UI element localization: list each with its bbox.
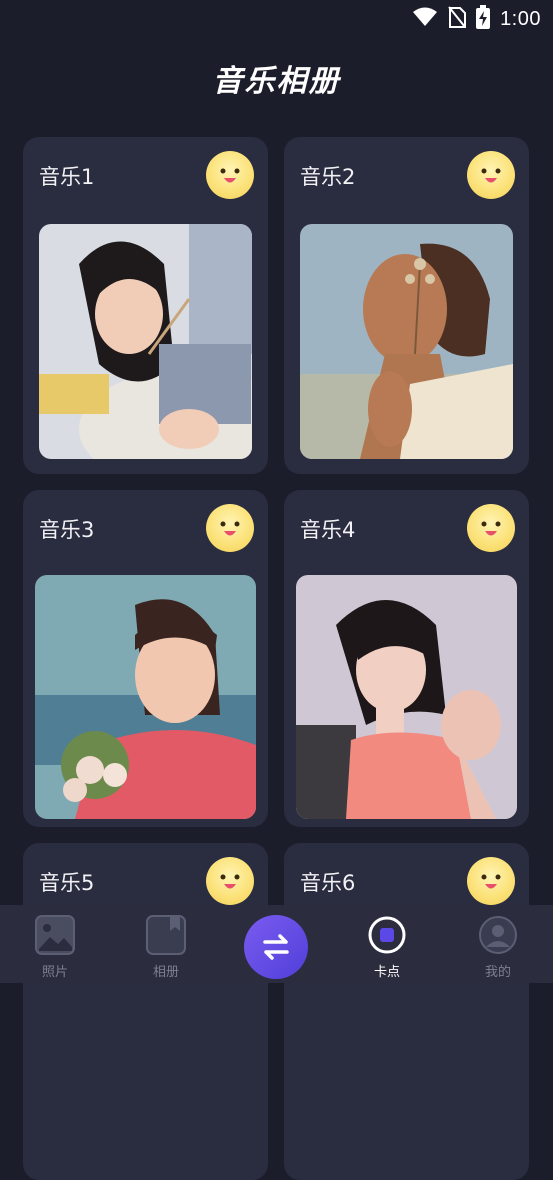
profile-icon (478, 915, 518, 955)
wifi-icon (412, 7, 438, 31)
nav-label-albums: 相册 (152, 965, 179, 980)
status-time: 1:00 (500, 7, 541, 30)
album-card-4[interactable]: 音乐4 (284, 490, 529, 827)
woman-with-dried-flowers-photo[interactable] (300, 224, 513, 459)
status-bar: 1:00 (0, 0, 553, 38)
album-card-label: 音乐6 (300, 871, 356, 895)
photo-icon (35, 915, 75, 955)
nav-label-profile: 我的 (484, 965, 511, 980)
woman-pink-top-photo[interactable] (296, 575, 517, 819)
album-card-2[interactable]: 音乐2 (284, 137, 529, 474)
album-card-5[interactable]: 音乐5 (23, 843, 268, 1180)
album-card-3[interactable]: 音乐3 (23, 490, 268, 827)
nav-item-profile[interactable]: 我的 (443, 905, 553, 983)
album-card-label: 音乐5 (39, 871, 95, 895)
smiley-face-icon[interactable] (206, 857, 254, 905)
album-card-label: 音乐4 (300, 518, 356, 542)
battery-charging-icon (476, 5, 491, 33)
album-card-label: 音乐1 (39, 165, 95, 189)
girl-holding-paintbrush-photo[interactable] (39, 224, 252, 459)
smiley-face-icon[interactable] (206, 151, 254, 199)
album-card-label: 音乐2 (300, 165, 356, 189)
album-card-1[interactable]: 音乐1 (23, 137, 268, 474)
smiley-face-icon[interactable] (467, 151, 515, 199)
smiley-face-icon[interactable] (467, 504, 515, 552)
smiley-face-icon[interactable] (467, 857, 515, 905)
album-grid: 音乐1 音乐2 音乐3 音乐4 音乐5 音乐6 (23, 137, 530, 1180)
album-icon (146, 915, 186, 955)
nav-label-photos: 照片 (41, 965, 68, 980)
no-sim-icon (448, 6, 467, 32)
nav-label-beat: 卡点 (373, 965, 400, 980)
page-title: 音乐相册 (212, 64, 341, 99)
album-card-label: 音乐3 (39, 518, 95, 542)
nav-item-photos[interactable]: 照片 (0, 905, 110, 983)
album-card-6[interactable]: 音乐6 (284, 843, 529, 1180)
girl-with-flower-bouquet-photo[interactable] (35, 575, 256, 819)
record-icon (367, 915, 407, 955)
nav-item-albums[interactable]: 相册 (111, 905, 221, 983)
swap-action-button[interactable] (244, 915, 308, 979)
smiley-face-icon[interactable] (206, 504, 254, 552)
nav-item-beat[interactable]: 卡点 (332, 905, 442, 983)
